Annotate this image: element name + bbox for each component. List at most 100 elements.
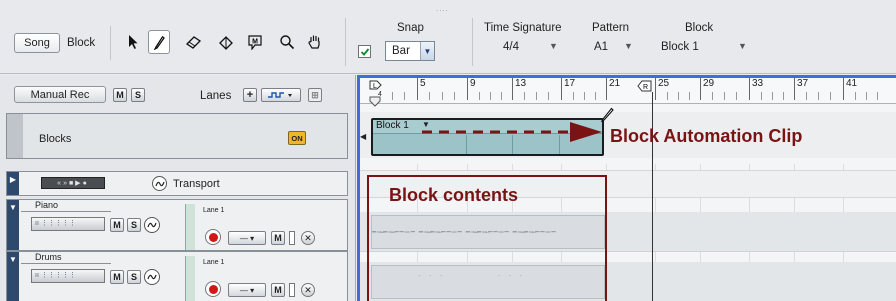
toolbar-separator <box>472 18 473 66</box>
drums-track: ▼ Drums ıı ⋮⋮⋮⋮⋮ M S Lane 1 — ▾ M ✕ <box>6 251 348 301</box>
drums-lane-bar <box>185 256 195 301</box>
drums-lane-label: Lane 1 <box>203 259 225 266</box>
piano-solo-button[interactable]: S <box>127 218 141 232</box>
piano-lane-mute-button[interactable]: M <box>271 231 285 245</box>
minor-tick <box>524 92 525 100</box>
snap-header: Snap <box>397 22 424 34</box>
minor-tick <box>454 92 455 100</box>
minor-tick <box>712 92 713 100</box>
toolbar-separator <box>110 26 111 60</box>
mute-icon[interactable]: M <box>244 30 266 54</box>
pencil-icon[interactable] <box>148 30 170 54</box>
song-position-line <box>652 92 653 301</box>
bar-number: 33 <box>752 78 764 89</box>
drums-record-button[interactable] <box>205 281 221 297</box>
minor-tick <box>783 92 784 100</box>
ruler[interactable] <box>360 78 896 104</box>
razor-icon[interactable] <box>215 30 237 54</box>
blocks-track: Blocks ON <box>6 113 348 159</box>
lanes-label: Lanes <box>200 90 232 102</box>
bar-number: 17 <box>564 78 576 89</box>
pattern-value[interactable]: A1 <box>594 41 608 53</box>
minor-tick <box>877 92 878 100</box>
time-signature-header: Time Signature <box>484 22 562 34</box>
snap-select-value: Bar <box>392 45 410 57</box>
lane-type-dropdown[interactable] <box>261 88 301 102</box>
drums-lane-delete-icon[interactable]: ✕ <box>301 283 315 297</box>
bar-tick: 5 <box>417 78 426 100</box>
piano-track-name: Piano <box>35 200 59 210</box>
drums-lane-menu[interactable]: — ▾ <box>228 283 266 297</box>
minor-tick <box>548 92 549 100</box>
time-signature-dropdown-icon[interactable]: ▼ <box>549 41 558 51</box>
drums-lane-mute-button[interactable]: M <box>271 283 285 297</box>
minor-tick <box>392 92 393 100</box>
piano-automation-icon[interactable] <box>144 217 160 233</box>
minor-tick <box>678 92 679 100</box>
bar-number: 29 <box>703 78 715 89</box>
piano-lane-bar <box>185 204 195 250</box>
minor-tick <box>667 92 668 100</box>
eraser-icon[interactable] <box>183 30 205 54</box>
minor-tick <box>536 92 537 100</box>
snap-checkbox[interactable] <box>358 45 371 58</box>
toolbar-grip: .... <box>436 4 449 13</box>
minor-tick <box>724 92 725 100</box>
track-header-panel: Manual Rec M S Lanes + ⊞ Blocks ON ▶ «»■… <box>0 75 356 301</box>
block-automation-annotation: Block Automation Clip <box>610 126 803 146</box>
svg-text:M: M <box>252 39 258 46</box>
master-mute-button[interactable]: M <box>113 88 127 102</box>
manual-rec-button[interactable]: Manual Rec <box>14 86 106 103</box>
master-solo-button[interactable]: S <box>131 88 145 102</box>
drums-lane-toggle[interactable] <box>289 283 295 297</box>
blocks-lane-arrow-icon: ◀ <box>360 132 367 141</box>
piano-record-button[interactable] <box>205 229 221 245</box>
minor-tick <box>479 92 480 100</box>
transport-device[interactable]: «»■▶● <box>41 177 105 189</box>
time-signature-value[interactable]: 4/4 <box>503 41 519 53</box>
track-name-tab: Drums <box>21 252 111 264</box>
expand-track-icon[interactable]: ▶ <box>7 172 19 195</box>
collapse-track-icon[interactable]: ▼ <box>7 252 19 301</box>
block-value[interactable]: Block 1 <box>661 41 699 53</box>
right-locator-marker[interactable]: R <box>637 80 655 92</box>
piano-mute-button[interactable]: M <box>110 218 124 232</box>
drums-mute-button[interactable]: M <box>110 270 124 284</box>
minor-tick <box>595 92 596 100</box>
minor-tick <box>573 92 574 100</box>
block-contents-annotation: Block contents <box>389 185 519 205</box>
lane-options-icon[interactable]: ⊞ <box>308 88 322 102</box>
minor-tick <box>584 92 585 100</box>
song-button[interactable]: Song <box>14 33 60 53</box>
piano-lane-delete-icon[interactable]: ✕ <box>301 231 315 245</box>
pattern-header: Pattern <box>592 22 630 34</box>
minor-tick <box>761 92 762 100</box>
automation-icon[interactable] <box>152 176 167 191</box>
bar-number: 37 <box>797 78 809 89</box>
pattern-dropdown-icon[interactable]: ▼ <box>624 41 633 51</box>
select-arrow-icon[interactable] <box>122 30 144 54</box>
piano-device-strip[interactable]: ıı ⋮⋮⋮⋮⋮ <box>31 217 105 231</box>
minor-tick <box>818 92 819 100</box>
minor-tick <box>806 92 807 100</box>
block-mode-label[interactable]: Block <box>67 37 95 49</box>
block-dropdown-icon[interactable]: ▼ <box>738 41 747 51</box>
collapse-track-icon[interactable]: ▼ <box>7 200 19 250</box>
drums-solo-button[interactable]: S <box>127 270 141 284</box>
minor-tick <box>772 92 773 100</box>
add-lane-button[interactable]: + <box>243 88 257 102</box>
drums-device-strip[interactable]: ıı ⋮⋮⋮⋮⋮ <box>31 269 105 283</box>
magnify-icon[interactable] <box>276 30 298 54</box>
bar-number: 13 <box>515 78 527 89</box>
snap-select[interactable]: Bar ▼ <box>385 41 435 61</box>
toolbar-separator <box>345 18 346 66</box>
piano-lane-menu[interactable]: — ▾ <box>228 231 266 245</box>
piano-lane-toggle[interactable] <box>289 231 295 245</box>
hand-icon[interactable] <box>304 30 326 54</box>
blocks-on-button[interactable]: ON <box>288 131 306 145</box>
transport-track-name: Transport <box>173 178 220 190</box>
minor-tick <box>429 92 430 100</box>
drums-automation-icon[interactable] <box>144 269 160 285</box>
bar-number: 21 <box>609 78 621 89</box>
bar-number: 5 <box>420 78 426 89</box>
